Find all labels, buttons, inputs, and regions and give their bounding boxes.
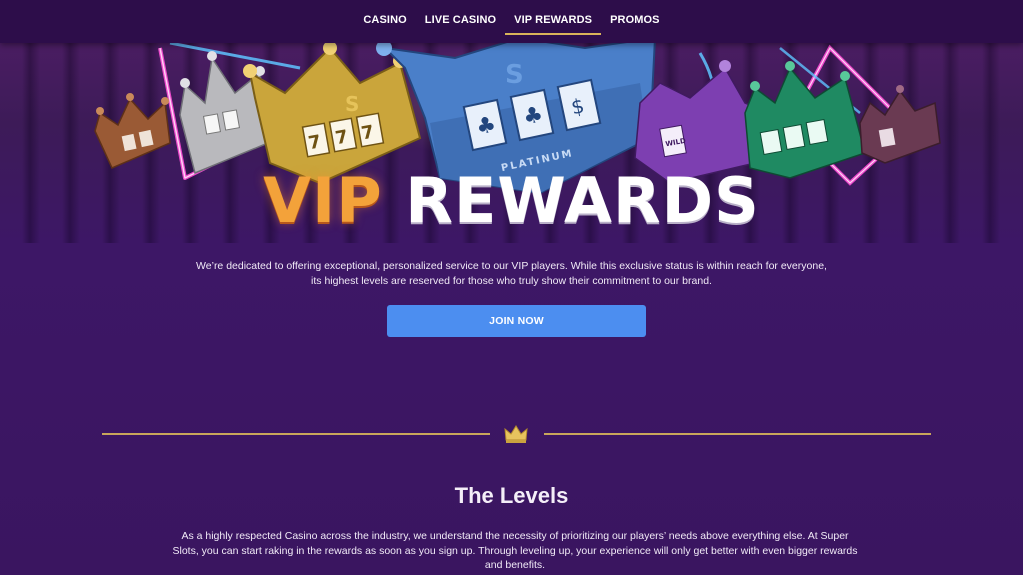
svg-text:S: S <box>345 92 359 116</box>
intro-text: We’re dedicated to offering exceptional,… <box>196 260 827 287</box>
divider-line-right <box>544 433 931 435</box>
title-rewards: REWARDS <box>405 164 760 237</box>
nav-promos[interactable]: PROMOS <box>601 0 669 43</box>
nav-casino[interactable]: CASINO <box>354 0 415 43</box>
nav-vip-rewards[interactable]: VIP REWARDS <box>505 0 602 43</box>
divider-line-left <box>102 433 490 435</box>
dark-crown-icon <box>859 85 941 164</box>
diamond-crown-icon <box>744 61 866 179</box>
nav-live-casino[interactable]: LIVE CASINO <box>416 0 505 43</box>
title-vip: VIP <box>263 164 383 237</box>
bronze-crown-icon <box>94 93 171 169</box>
hero-banner: S 7 7 7 S ♣ ♣ $ PLATINUM WILD VIP REWARD… <box>0 43 1023 243</box>
vip-rewards-title: VIP REWARDS <box>0 166 1023 236</box>
gold-crown-icon: S 7 7 7 <box>243 43 422 185</box>
levels-description: As a highly respected Casino across the … <box>172 530 858 571</box>
levels-heading: The Levels <box>454 483 569 508</box>
crown-icon <box>504 425 528 443</box>
vip-rewards-page: CASINO LIVE CASINO VIP REWARDS PROMOS S … <box>0 0 1023 575</box>
top-navigation: CASINO LIVE CASINO VIP REWARDS PROMOS <box>0 0 1023 43</box>
join-now-button[interactable]: JOIN NOW <box>387 305 646 337</box>
svg-text:S: S <box>505 60 524 90</box>
